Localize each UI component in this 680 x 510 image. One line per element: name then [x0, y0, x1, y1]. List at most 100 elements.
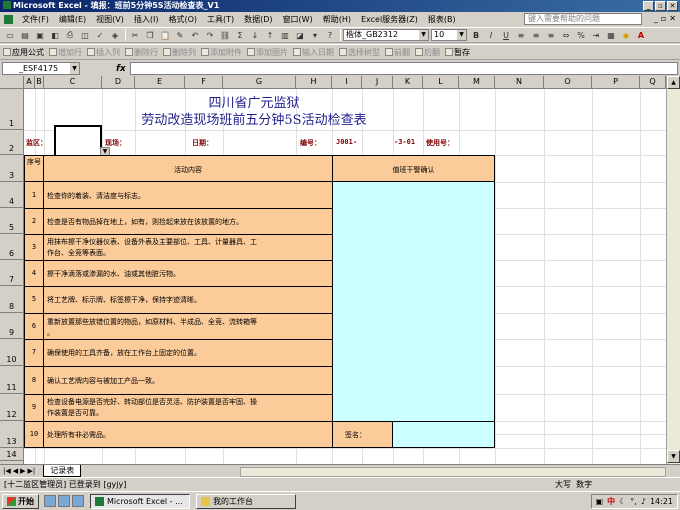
merge-center-icon[interactable]: ⇔: [559, 29, 573, 42]
workbook-close-icon[interactable]: ✕: [669, 14, 676, 23]
sort-descending-icon[interactable]: ↑: [263, 29, 277, 42]
research-icon[interactable]: ◈: [108, 29, 122, 42]
font-color-icon[interactable]: A: [634, 29, 648, 42]
column-header[interactable]: D: [102, 76, 135, 89]
row-header[interactable]: 2: [0, 130, 24, 155]
apply-formula-button[interactable]: 应用公式: [3, 47, 44, 58]
column-header[interactable]: E: [135, 76, 185, 89]
add-row-button[interactable]: 增加行: [49, 47, 82, 58]
menu-report[interactable]: 报表(B): [423, 14, 461, 25]
spelling-icon[interactable]: ✓: [93, 29, 107, 42]
select-all-corner[interactable]: [0, 76, 24, 89]
prev-sheet-icon[interactable]: ◀: [13, 467, 18, 475]
cut-icon[interactable]: ✂: [128, 29, 142, 42]
column-header[interactable]: H: [296, 76, 332, 89]
confirm-area[interactable]: [332, 181, 495, 422]
vertical-scrollbar[interactable]: ▲ ▼: [666, 76, 680, 464]
open-icon[interactable]: ▤: [18, 29, 32, 42]
horizontal-scrollbar[interactable]: [240, 467, 666, 477]
start-button[interactable]: 开始: [2, 493, 39, 509]
menu-view[interactable]: 视图(V): [91, 14, 129, 25]
italic-button[interactable]: I: [484, 29, 498, 42]
column-header[interactable]: L: [423, 76, 459, 89]
sort-ascending-icon[interactable]: ↓: [248, 29, 262, 42]
borders-icon[interactable]: ▦: [604, 29, 618, 42]
column-header[interactable]: G: [223, 76, 296, 89]
add-picture-button[interactable]: 添加图片: [247, 47, 288, 58]
volume-icon[interactable]: ♪: [641, 497, 646, 506]
column-header[interactable]: O: [544, 76, 592, 89]
percent-icon[interactable]: %: [574, 29, 588, 42]
ime-indicator[interactable]: 中: [607, 496, 615, 507]
menu-file[interactable]: 文件(F): [17, 14, 54, 25]
select-tree-button[interactable]: 选择树型: [339, 47, 380, 58]
zoom-icon[interactable]: ▾: [308, 29, 322, 42]
row-header[interactable]: 14: [0, 448, 24, 461]
add-attachment-button[interactable]: 添加附件: [201, 47, 242, 58]
workbook-minimize-icon[interactable]: _: [654, 14, 658, 23]
tab-record-sheet[interactable]: 记录表: [43, 465, 82, 477]
next-sheet-icon[interactable]: ▶: [20, 467, 25, 475]
first-sheet-icon[interactable]: |◀: [3, 467, 11, 475]
row-header[interactable]: 9: [0, 313, 24, 339]
underline-button[interactable]: U: [499, 29, 513, 42]
autosum-icon[interactable]: Σ: [233, 29, 247, 42]
row-header[interactable]: 13: [0, 421, 24, 448]
hyperlink-icon[interactable]: ⛓: [218, 29, 232, 42]
menu-format[interactable]: 格式(O): [163, 14, 202, 25]
district-input[interactable]: [54, 125, 102, 157]
redo-icon[interactable]: ↷: [203, 29, 217, 42]
column-header[interactable]: P: [592, 76, 640, 89]
menu-window[interactable]: 窗口(W): [278, 14, 318, 25]
permission-icon[interactable]: ◧: [48, 29, 62, 42]
column-header[interactable]: Q: [640, 76, 666, 89]
row-header[interactable]: 7: [0, 260, 24, 286]
last-sheet-icon[interactable]: ▶|: [28, 467, 36, 475]
scroll-up-icon[interactable]: ▲: [667, 76, 680, 89]
punctuation-icon[interactable]: °,: [630, 497, 637, 506]
row-header[interactable]: 6: [0, 234, 24, 260]
menu-insert[interactable]: 插入(I): [129, 14, 164, 25]
row-header[interactable]: 8: [0, 286, 24, 313]
row-header[interactable]: 11: [0, 366, 24, 394]
print-preview-icon[interactable]: ◫: [78, 29, 92, 42]
temp-save-button[interactable]: 暂存: [445, 47, 470, 58]
desktop-icon[interactable]: [44, 495, 56, 507]
row-header[interactable]: 3: [0, 155, 24, 182]
menu-help[interactable]: 帮助(H): [318, 14, 356, 25]
network-icon[interactable]: ▣: [596, 497, 604, 506]
delete-column-button[interactable]: 删除列: [163, 47, 196, 58]
menu-edit[interactable]: 编辑(E): [54, 14, 91, 25]
fill-color-icon[interactable]: ◆: [619, 29, 633, 42]
document-icon[interactable]: [4, 15, 13, 24]
save-icon[interactable]: ▣: [33, 29, 47, 42]
help-icon[interactable]: ?: [323, 29, 337, 42]
minimize-button[interactable]: _: [643, 1, 654, 11]
drawing-icon[interactable]: ◪: [293, 29, 307, 42]
close-button[interactable]: ✕: [667, 1, 678, 11]
format-painter-icon[interactable]: ✎: [173, 29, 187, 42]
copy-icon[interactable]: ❐: [143, 29, 157, 42]
new-icon[interactable]: ▭: [3, 29, 17, 42]
menu-excel-server[interactable]: Excel服务器(Z): [356, 14, 423, 25]
help-search-input[interactable]: 键入需要帮助的问题: [524, 13, 642, 25]
restore-button[interactable]: ▫: [655, 1, 666, 11]
insert-column-button[interactable]: 插入列: [87, 47, 120, 58]
column-header[interactable]: J: [362, 76, 393, 89]
row-header[interactable]: 5: [0, 208, 24, 234]
column-header[interactable]: C: [44, 76, 102, 89]
align-right-icon[interactable]: ≡: [544, 29, 558, 42]
menu-tools[interactable]: 工具(T): [202, 14, 239, 25]
workbook-restore-icon[interactable]: ▫: [661, 14, 666, 23]
indent-icon[interactable]: ⇥: [589, 29, 603, 42]
column-header[interactable]: M: [459, 76, 495, 89]
task-workbench[interactable]: 我的工作台: [196, 493, 296, 509]
menu-data[interactable]: 数据(D): [239, 14, 277, 25]
moon-icon[interactable]: ☾: [619, 497, 626, 506]
name-box[interactable]: _ESF4175 ▼: [2, 62, 80, 75]
media-icon[interactable]: [72, 495, 84, 507]
sign-input[interactable]: [392, 421, 495, 448]
bold-button[interactable]: B: [469, 29, 483, 42]
row-header[interactable]: 12: [0, 394, 24, 421]
browser-icon[interactable]: [58, 495, 70, 507]
